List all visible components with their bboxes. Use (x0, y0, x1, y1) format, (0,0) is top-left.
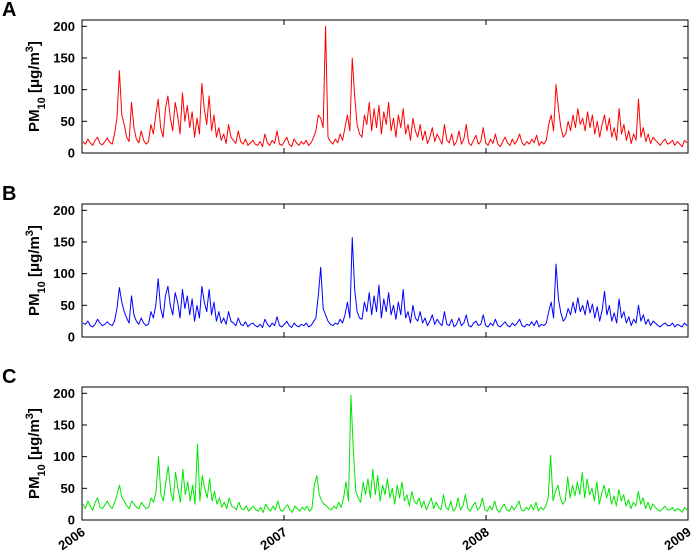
panel-b: B 0 50 100 150 200 PM10 [μg/m3] (2, 183, 689, 345)
axes-frame (81, 203, 689, 338)
y-tick-label: 50 (61, 298, 75, 313)
panel-a: A 0 50 100 150 200 PM10 [μg/m3] (2, 0, 689, 161)
y-tick-label: 0 (68, 330, 75, 345)
y-axis-label: PM10 [μg/m3] (24, 41, 48, 132)
panel-letter: B (2, 183, 16, 205)
panel-letter: C (2, 366, 16, 388)
x-tick-label: 2008 (459, 524, 491, 553)
y-tick-label: 50 (61, 481, 75, 496)
y-axis-label: PM10 [μg/m3] (24, 408, 48, 499)
axes-frame (81, 19, 689, 154)
y-tick-label: 100 (53, 266, 75, 281)
y-tick-label: 150 (53, 235, 75, 250)
series-line (82, 237, 688, 328)
x-tick-label: 2006 (55, 524, 87, 553)
series-line (82, 25, 688, 148)
y-tick-label: 50 (61, 114, 75, 129)
y-tick-label: 200 (53, 203, 75, 218)
y-tick-label: 0 (68, 146, 75, 161)
x-tick-label: 2009 (661, 524, 693, 553)
series-line (82, 394, 688, 513)
y-tick-label: 200 (53, 19, 75, 34)
y-tick-label: 200 (53, 386, 75, 401)
y-tick-label: 150 (53, 418, 75, 433)
y-tick-label: 0 (68, 513, 75, 528)
panel-letter: A (2, 0, 16, 21)
y-axis-label: PM10 [μg/m3] (24, 225, 48, 316)
panel-c: C 0 50 100 150 200 PM10 [μg/m3] 2006 2007 2008 200… (2, 366, 694, 553)
y-tick-label: 100 (53, 82, 75, 97)
figure: A 0 50 100 150 200 PM10 [μg/m3] B 0 50 100 150 200 P… (2, 0, 694, 553)
y-tick-label: 100 (53, 449, 75, 464)
x-tick-label: 2007 (257, 524, 289, 553)
y-tick-label: 150 (53, 51, 75, 66)
